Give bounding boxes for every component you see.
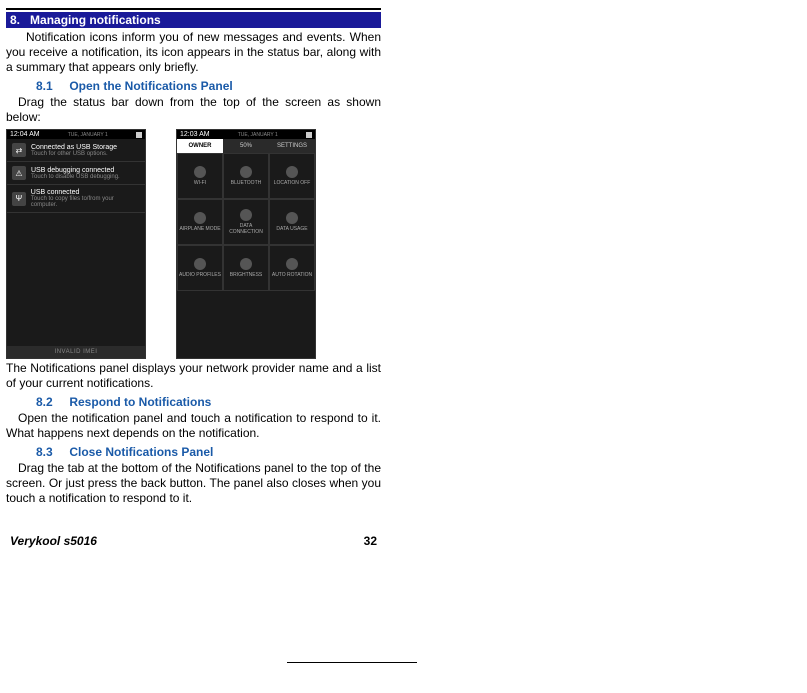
qs-settings: SETTINGS: [269, 139, 315, 153]
page-footer: Verykool s5016 32: [6, 534, 381, 548]
figure-row: 12:04 AM TUE, JANUARY 1 ⇄ Connected as U…: [6, 129, 381, 359]
list-item: ⚠ USB debugging connected Touch to disab…: [7, 162, 145, 185]
s81-after: The Notifications panel displays your ne…: [6, 361, 381, 391]
status-date: TUE, JANUARY 1: [238, 132, 278, 138]
airplane-icon: [194, 212, 206, 224]
section-number: 8.: [10, 13, 20, 27]
subheading-num: 8.2: [6, 395, 66, 409]
manual-page: 8. Managing notifications Notification i…: [6, 8, 381, 558]
s83-body: Drag the tab at the bottom of the Notifi…: [6, 461, 381, 506]
section-title: Managing notifications: [30, 13, 161, 27]
list-item: Ψ USB connected Touch to copy files to/f…: [7, 185, 145, 213]
list-item: ⇄ Connected as USB Storage Touch for oth…: [7, 139, 145, 162]
subheading-title: Close Notifications Panel: [69, 445, 213, 459]
list-icon: [306, 132, 312, 138]
qs-grid: WI-FI BLUETOOTH LOCATION OFF AIRPLANE MO…: [177, 153, 315, 358]
page-number: 32: [364, 534, 377, 548]
device-name: Verykool s5016: [10, 534, 97, 548]
notification-list: ⇄ Connected as USB Storage Touch for oth…: [7, 139, 145, 346]
tile-bluetooth: BLUETOOTH: [223, 153, 269, 199]
subheading-8-3: 8.3 Close Notifications Panel: [6, 445, 381, 459]
status-time: 12:04 AM: [10, 131, 40, 138]
warning-icon: ⚠: [12, 166, 26, 180]
notif-title: USB connected: [31, 189, 140, 196]
tile-brightness: BRIGHTNESS: [223, 245, 269, 291]
corner-rule: [287, 662, 417, 663]
qs-header: OWNER 50% SETTINGS: [177, 139, 315, 153]
phone-notifications: 12:04 AM TUE, JANUARY 1 ⇄ Connected as U…: [6, 129, 146, 359]
subheading-8-2: 8.2 Respond to Notifications: [6, 395, 381, 409]
rotation-icon: [286, 258, 298, 270]
intro-paragraph: Notification icons inform you of new mes…: [6, 30, 381, 75]
notif-sub: Touch to copy files to/from your compute…: [31, 196, 140, 208]
usb-icon: ⇄: [12, 143, 26, 157]
notif-sub: Touch for other USB options.: [31, 151, 117, 157]
section-header: 8. Managing notifications: [6, 12, 381, 28]
tile-rotation: AUTO ROTATION: [269, 245, 315, 291]
notif-footer: INVALID IMEI: [7, 346, 145, 358]
s82-body: Open the notification panel and touch a …: [6, 411, 381, 441]
subheading-num: 8.1: [6, 79, 66, 93]
subheading-8-1: 8.1 Open the Notifications Panel: [6, 79, 381, 93]
qs-battery: 50%: [223, 139, 269, 153]
usb-plug-icon: Ψ: [12, 192, 26, 206]
status-icons: [306, 132, 312, 138]
location-icon: [286, 166, 298, 178]
notif-title: Connected as USB Storage: [31, 144, 117, 151]
qs-owner: OWNER: [177, 139, 223, 153]
s81-body: Drag the status bar down from the top of…: [6, 95, 381, 125]
wifi-icon: [194, 166, 206, 178]
data-icon: [240, 209, 252, 221]
tile-wifi: WI-FI: [177, 153, 223, 199]
status-bar: 12:03 AM TUE, JANUARY 1: [177, 130, 315, 139]
notif-sub: Touch to disable USB debugging.: [31, 174, 120, 180]
tile-location: LOCATION OFF: [269, 153, 315, 199]
tile-data: DATA CONNECTION: [223, 199, 269, 245]
tile-airplane: AIRPLANE MODE: [177, 199, 223, 245]
tile-datausage: DATA USAGE: [269, 199, 315, 245]
bluetooth-icon: [240, 166, 252, 178]
status-time: 12:03 AM: [180, 131, 210, 138]
brightness-icon: [240, 258, 252, 270]
audio-icon: [194, 258, 206, 270]
subheading-title: Open the Notifications Panel: [69, 79, 232, 93]
subheading-title: Respond to Notifications: [69, 395, 211, 409]
phone-quicksettings: 12:03 AM TUE, JANUARY 1 OWNER 50% SETTIN…: [176, 129, 316, 359]
status-date: TUE, JANUARY 1: [68, 132, 108, 138]
tile-audio: AUDIO PROFILES: [177, 245, 223, 291]
subheading-num: 8.3: [6, 445, 66, 459]
status-icons: [136, 132, 142, 138]
status-bar: 12:04 AM TUE, JANUARY 1: [7, 130, 145, 139]
notif-title: USB debugging connected: [31, 167, 120, 174]
datausage-icon: [286, 212, 298, 224]
list-icon: [136, 132, 142, 138]
